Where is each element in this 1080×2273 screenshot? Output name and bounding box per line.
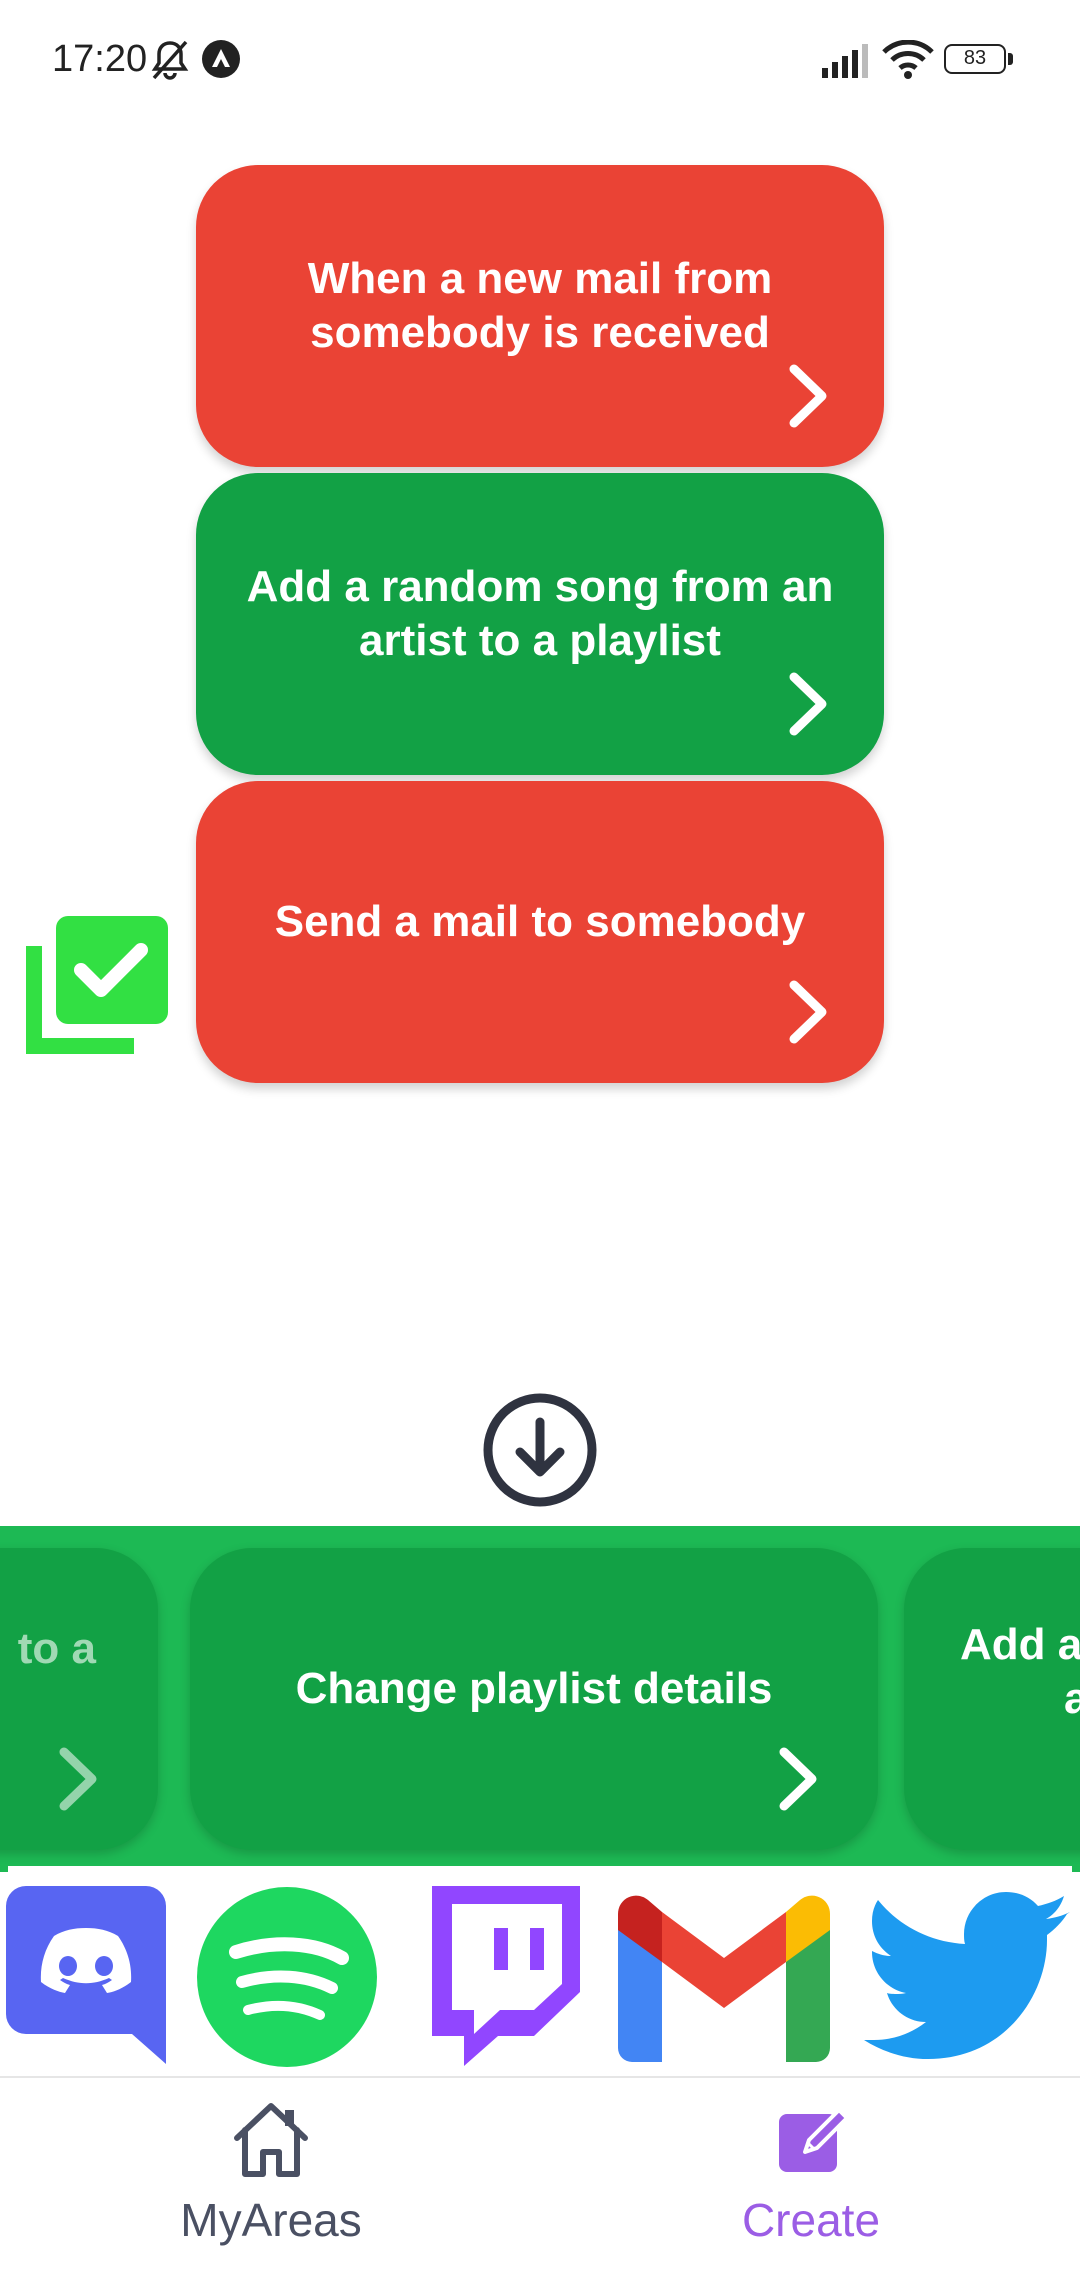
action-card-label: a [1064, 1674, 1080, 1723]
action-card-label: Add a [960, 1620, 1080, 1669]
chevron-right-icon [789, 364, 827, 428]
chevron-right-icon [789, 672, 827, 736]
status-time: 17:20 [52, 38, 148, 80]
chevron-right-icon [779, 1747, 817, 1811]
discord-icon[interactable] [6, 1886, 166, 2064]
spotify-icon[interactable] [196, 1886, 378, 2068]
app-notification-icon [202, 40, 240, 78]
status-bar: 17:20 83 [0, 0, 1080, 120]
home-icon [234, 2103, 308, 2177]
applet-card-label: Send a mail to somebody [274, 897, 806, 946]
edit-icon [779, 2108, 849, 2172]
action-card[interactable]: Change playlist details [190, 1548, 878, 1850]
action-card[interactable]: to a [0, 1548, 158, 1850]
battery-level: 83 [944, 44, 1006, 74]
bell-off-icon [151, 40, 189, 80]
chevron-right-icon [789, 980, 827, 1044]
service-selector [0, 1876, 1080, 2072]
signal-icon [822, 44, 868, 78]
action-card-label: Change playlist details [295, 1664, 773, 1713]
arrow-down-circle-icon[interactable] [482, 1392, 598, 1508]
nav-label-create: Create [741, 2194, 881, 2246]
applet-card-action[interactable]: Add a random song from an artist to a pl… [196, 473, 884, 775]
chevron-right-icon [59, 1747, 97, 1811]
service-action-carousel[interactable]: to a Change playlist details Add a a [0, 1526, 1080, 1872]
action-card[interactable]: Add a a [904, 1548, 1080, 1850]
twitter-icon[interactable] [864, 1892, 1070, 2062]
checklist-icon[interactable] [26, 916, 168, 1056]
applet-card-trigger[interactable]: When a new mail from somebody is receive… [196, 165, 884, 467]
twitch-icon[interactable] [418, 1886, 580, 2066]
applet-card-action[interactable]: Send a mail to somebody [196, 781, 884, 1083]
battery-icon: 83 [944, 44, 1016, 76]
nav-tab-myareas[interactable]: MyAreas [121, 2098, 421, 2247]
nav-label-myareas: MyAreas [180, 2194, 362, 2246]
wifi-icon [882, 40, 934, 79]
gmail-icon[interactable] [618, 1892, 830, 2062]
applet-card-label: Add a random song from an artist to a pl… [246, 562, 834, 665]
applet-card-label: When a new mail from somebody is receive… [307, 254, 773, 357]
action-card-label: to a [17, 1624, 96, 1673]
bottom-nav: MyAreas Create [0, 2076, 1080, 2273]
nav-tab-create[interactable]: Create [661, 2098, 961, 2247]
